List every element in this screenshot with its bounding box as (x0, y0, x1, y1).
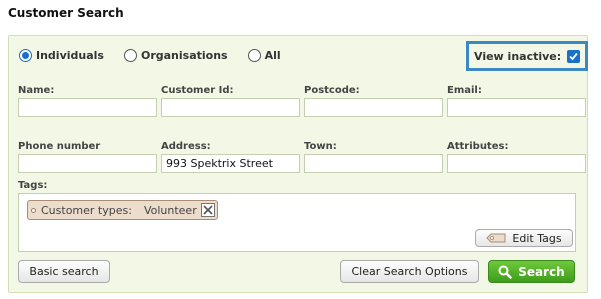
tag-value: Volunteer (143, 203, 197, 217)
customer-type-radio-group: Individuals Organisations All (19, 49, 301, 62)
search-icon (498, 265, 512, 279)
tag-chip[interactable]: Customer types: Volunteer (27, 200, 218, 220)
tags-area[interactable]: Customer types: Volunteer Edit Tags (18, 193, 576, 252)
radio-individuals-label[interactable]: Individuals (36, 49, 104, 62)
radio-all-label[interactable]: All (265, 49, 281, 62)
postcode-label: Postcode: (304, 85, 360, 96)
radio-organisations[interactable]: Organisations (123, 49, 228, 62)
customer-id-input[interactable] (161, 98, 300, 117)
search-button-label: Search (518, 264, 565, 279)
postcode-input[interactable] (304, 98, 443, 117)
search-button[interactable]: Search (488, 260, 575, 283)
phone-input[interactable] (18, 154, 157, 173)
phone-label: Phone number (18, 141, 101, 152)
view-inactive-checkbox[interactable] (567, 49, 581, 63)
radio-organisations-label[interactable]: Organisations (141, 49, 228, 62)
email-input[interactable] (447, 98, 586, 117)
address-input[interactable]: 993 Spektrix Street (161, 154, 300, 173)
close-icon (203, 205, 213, 215)
tag-icon (31, 207, 36, 213)
tags-label: Tags: (18, 180, 48, 191)
clear-search-options-button[interactable]: Clear Search Options (340, 260, 479, 283)
address-label: Address: (161, 141, 211, 152)
view-inactive-label: View inactive: (474, 49, 562, 63)
edit-tags-label: Edit Tags (512, 231, 562, 245)
edit-tags-button[interactable]: Edit Tags (475, 229, 573, 247)
town-label: Town: (304, 141, 337, 152)
view-inactive-highlight: View inactive: (466, 41, 588, 71)
search-panel: Individuals Organisations All View inact… (8, 35, 588, 293)
remove-tag-icon[interactable] (200, 203, 215, 217)
attributes-input[interactable] (447, 154, 586, 173)
radio-all[interactable]: All (247, 49, 281, 62)
radio-all-control[interactable] (247, 49, 261, 62)
town-input[interactable] (304, 154, 443, 173)
radio-individuals[interactable]: Individuals (19, 49, 104, 62)
email-label: Email: (447, 85, 482, 96)
page-title: Customer Search (8, 6, 124, 20)
tag-icon (486, 233, 506, 243)
radio-individuals-control[interactable] (19, 49, 32, 62)
checkmark-icon (569, 52, 578, 60)
name-input[interactable] (18, 98, 157, 117)
radio-organisations-control[interactable] (123, 49, 137, 62)
attributes-label: Attributes: (447, 141, 509, 152)
name-label: Name: (18, 85, 55, 96)
basic-search-button[interactable]: Basic search (18, 260, 110, 283)
customer-id-label: Customer Id: (161, 85, 234, 96)
tag-type: Customer types: (41, 203, 132, 217)
